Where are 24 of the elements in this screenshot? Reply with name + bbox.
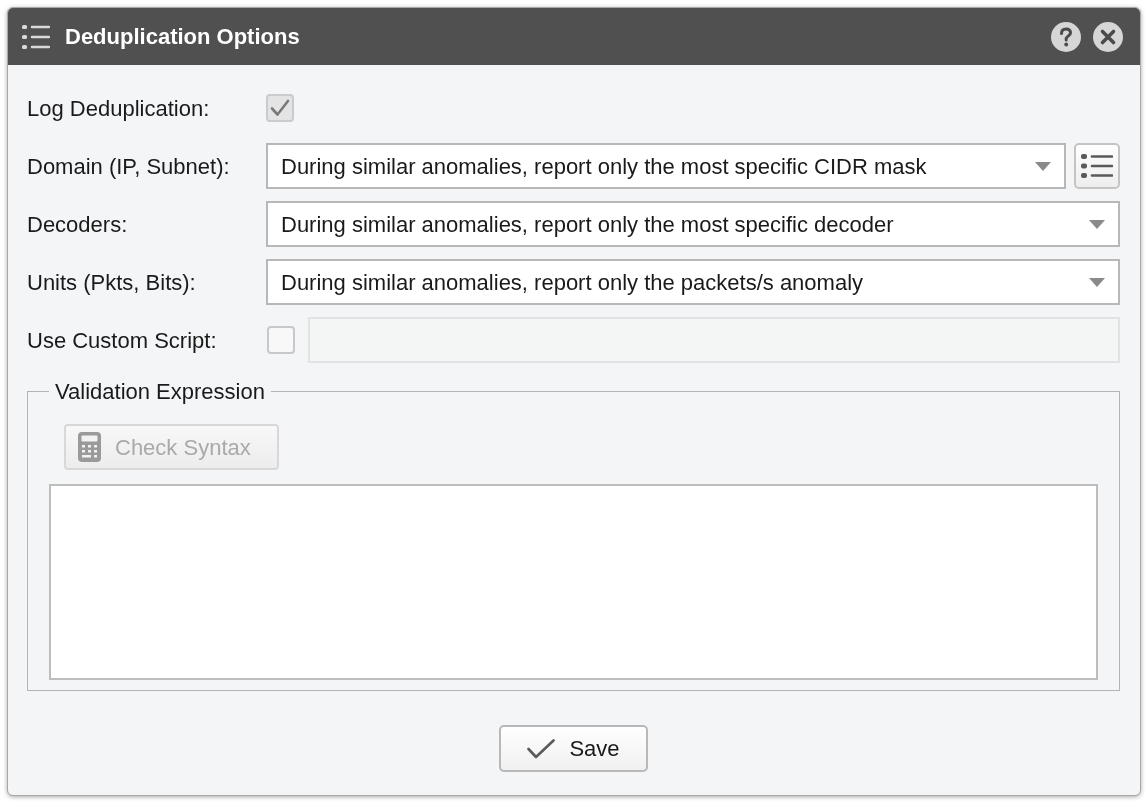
- field-label: Use Custom Script:: [27, 326, 218, 355]
- field-label: Units (Pkts, Bits):: [27, 268, 197, 297]
- dropdown[interactable]: During similar anomalies, report only the packets/s anomaly: [266, 259, 1120, 305]
- close-icon[interactable]: [1093, 21, 1123, 52]
- calculator-icon: [78, 432, 101, 462]
- field-label: Log Deduplication:: [27, 94, 211, 123]
- list-icon: [22, 24, 50, 49]
- group-title: Validation Expression: [54, 379, 266, 404]
- checkmark-icon: [270, 99, 290, 117]
- caret-icon: [1035, 161, 1051, 171]
- window-title: Deduplication Options: [65, 25, 300, 48]
- caret-icon: [1089, 219, 1105, 229]
- list-button[interactable]: [1074, 143, 1120, 189]
- expression-editor[interactable]: [49, 484, 1098, 680]
- checkbox[interactable]: [267, 326, 295, 354]
- checkmark-icon: [527, 738, 556, 759]
- help-icon[interactable]: [1051, 21, 1081, 52]
- dropdown[interactable]: During similar anomalies, report only the most specific CIDR mask: [266, 143, 1066, 189]
- list-icon: [1081, 154, 1113, 178]
- field-label: Decoders:: [27, 210, 129, 239]
- save-button[interactable]: Save: [499, 725, 648, 772]
- field-label: Domain (IP, Subnet):: [27, 152, 231, 181]
- dropdown[interactable]: During similar anomalies, report only the most specific decoder: [266, 201, 1120, 247]
- caret-icon: [1089, 277, 1105, 287]
